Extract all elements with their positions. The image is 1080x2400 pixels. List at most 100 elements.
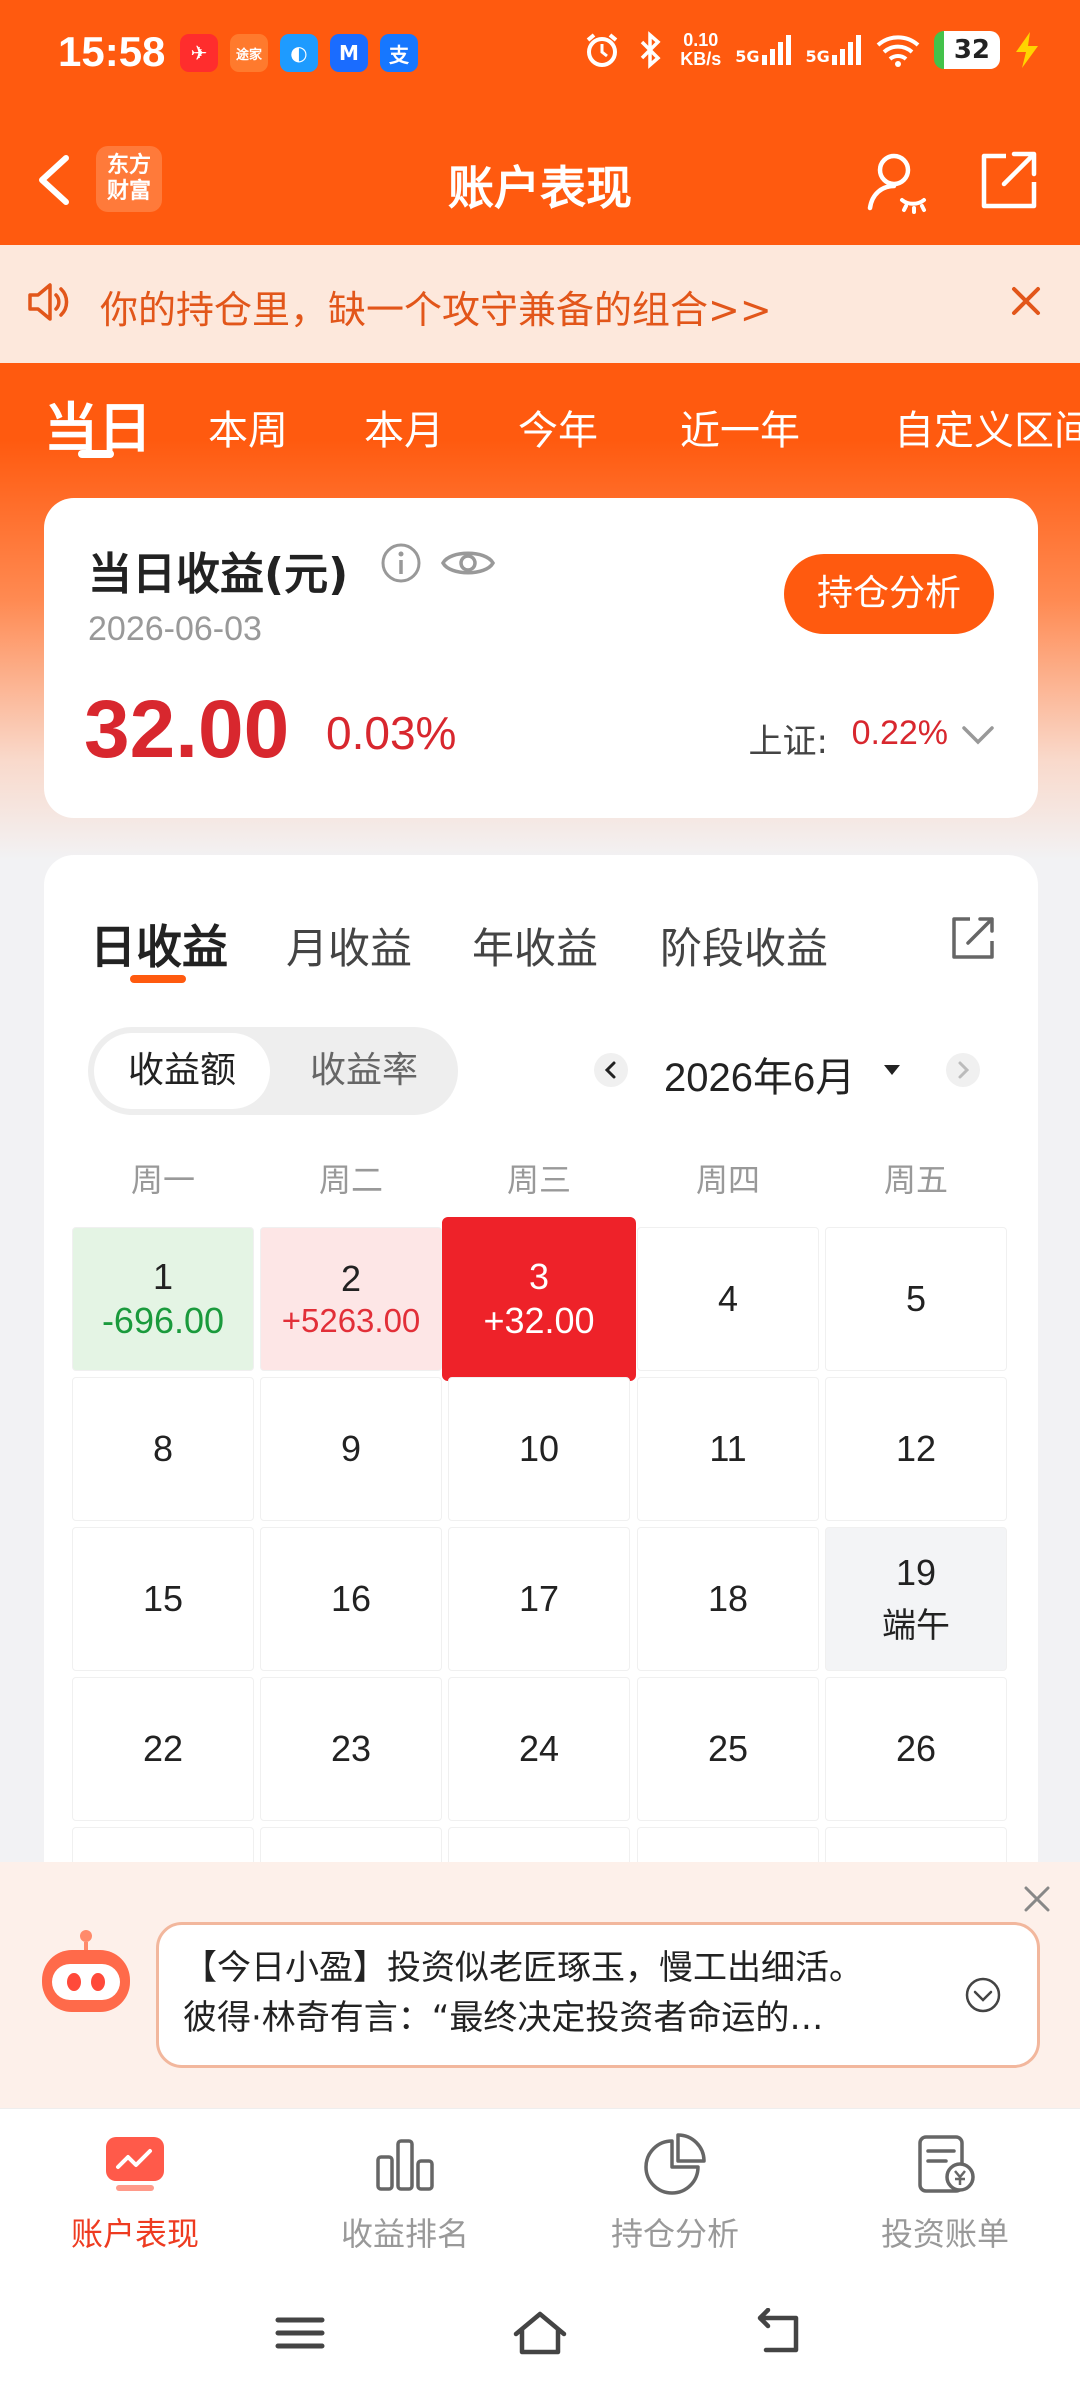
returns-calendar-card: 日收益 月收益 年收益 阶段收益 收益额 收益率 2026年6月 周一 周二 周三 周…	[44, 855, 1038, 1955]
summary-date: 2026-06-03	[88, 610, 262, 648]
toggle-amount[interactable]: 收益额	[94, 1033, 270, 1109]
tab-this-month[interactable]: 本月	[364, 398, 444, 456]
calendar-day-cell[interactable]	[637, 1827, 819, 1867]
alarm-icon	[586, 33, 618, 67]
daily-return-amount: 32.00	[84, 684, 290, 775]
close-icon[interactable]	[1006, 281, 1046, 321]
tab-this-year[interactable]: 今年	[518, 398, 598, 456]
day-number: 17	[518, 1578, 560, 1619]
status-bar: 15:58 ✈ 途家 ◐ M 支 0.10 KB/s 5G 5G 32	[0, 0, 1080, 110]
calendar-day-cell[interactable]	[448, 1827, 630, 1867]
eye-icon[interactable]	[440, 542, 496, 584]
close-icon[interactable]	[1020, 1882, 1054, 1916]
nav-investment-statement[interactable]: 投资账单	[810, 2131, 1080, 2255]
battery-level: 32	[933, 31, 1000, 69]
calendar-day-cell[interactable]: 12	[825, 1377, 1007, 1521]
calendar-day-cell[interactable]: 19 端午	[825, 1527, 1007, 1671]
tab-indicator	[78, 450, 114, 458]
day-number: 24	[518, 1728, 560, 1769]
signal-strength-2: 5G	[806, 35, 862, 65]
speaker-icon	[28, 283, 69, 321]
promo-notice-banner[interactable]: 你的持仓里，缺一个攻守兼备的组合>>	[0, 245, 1080, 363]
tab-custom-range[interactable]: 自定义区间	[894, 398, 1080, 456]
signal-strength-1: 5G	[735, 35, 791, 65]
expand-icon[interactable]	[963, 1975, 1003, 2015]
holiday-label: 端午	[882, 1605, 950, 1646]
index-label[interactable]: 上证:	[749, 714, 828, 763]
calendar-day-cell[interactable]	[825, 1827, 1007, 1867]
tab-past-year[interactable]: 近一年	[680, 398, 800, 456]
tab-yearly-returns[interactable]: 年收益	[472, 915, 598, 976]
month-label[interactable]: 2026年6月	[664, 1045, 855, 1103]
calendar-day-cell[interactable]: 25	[637, 1677, 819, 1821]
calendar-day-cell[interactable]: 2 +5263.00	[260, 1227, 442, 1371]
export-icon[interactable]	[948, 913, 998, 963]
calendar-day-cell[interactable]: 4	[637, 1227, 819, 1371]
app-notification-icon: 途家	[230, 34, 268, 72]
holding-analysis-button[interactable]: 持仓分析	[784, 554, 994, 634]
calendar-day-cell[interactable]	[72, 1827, 254, 1867]
calendar-day-cell[interactable]: 23	[260, 1677, 442, 1821]
calendar-day-cell[interactable]: 22	[72, 1677, 254, 1821]
day-number: 22	[142, 1728, 184, 1769]
user-privacy-icon[interactable]	[864, 148, 930, 214]
next-month-button[interactable]	[946, 1053, 980, 1087]
calendar-day-cell[interactable]: 8	[72, 1377, 254, 1521]
day-number: 5	[905, 1278, 927, 1319]
status-time: 15:58	[58, 28, 166, 75]
ai-tip-line2: 彼得·林奇有言：“最终决定投资者命运的…	[183, 1998, 824, 2038]
robot-assistant-icon[interactable]	[36, 1928, 132, 2018]
share-icon[interactable]	[976, 148, 1040, 212]
day-number: 16	[330, 1578, 372, 1619]
app-notification-icon: ◐	[280, 34, 318, 72]
bar-chart-icon	[376, 2139, 434, 2191]
pie-chart-icon	[644, 2133, 706, 2195]
tab-daily-returns[interactable]: 日收益	[90, 911, 228, 977]
weekday-label: 周五	[883, 1161, 948, 1199]
calendar-day-cell[interactable]: 24	[448, 1677, 630, 1821]
calendar-day-cell[interactable]: 26	[825, 1677, 1007, 1821]
calendar-day-cell[interactable]: 17	[448, 1527, 630, 1671]
bottom-tab-bar: 账户表现 收益排名 持仓分析 投资账单	[0, 2108, 1080, 2268]
weekday-label: 周一	[130, 1161, 195, 1199]
calendar-day-cell[interactable]: 16	[260, 1527, 442, 1671]
calendar-day-cell[interactable]: 9	[260, 1377, 442, 1521]
network-speed: 0.10 KB/s	[680, 30, 722, 69]
day-number: 10	[518, 1428, 560, 1469]
calendar-day-cell[interactable]: 11	[637, 1377, 819, 1521]
index-value[interactable]: 0.22%	[852, 714, 948, 753]
notice-text[interactable]: 你的持仓里，缺一个攻守兼备的组合>>	[100, 279, 772, 334]
calendar-day-cell[interactable]	[260, 1827, 442, 1867]
day-number: 11	[709, 1428, 747, 1469]
bluetooth-icon	[641, 31, 661, 69]
ai-tip-bubble[interactable]: 【今日小盈】投资似老匠琢玉，慢工出细活。 彼得·林奇有言：“最终决定投资者命运的…	[156, 1922, 1040, 2068]
returns-tab-indicator	[130, 975, 186, 983]
chevron-down-icon[interactable]	[958, 720, 998, 750]
menu-icon[interactable]	[270, 2308, 330, 2358]
tab-monthly-returns[interactable]: 月收益	[286, 915, 412, 976]
caret-down-icon[interactable]	[884, 1065, 900, 1075]
wifi-icon	[876, 35, 920, 67]
weekday-label: 周四	[695, 1161, 760, 1199]
day-return-value: +32.00	[483, 1300, 595, 1341]
tab-this-week[interactable]: 本周	[208, 398, 288, 456]
home-icon[interactable]	[510, 2308, 570, 2358]
info-icon[interactable]	[380, 542, 422, 584]
day-number: 23	[330, 1728, 372, 1769]
tab-period-returns[interactable]: 阶段收益	[660, 915, 828, 976]
nav-returns-ranking[interactable]: 收益排名	[270, 2131, 540, 2255]
nav-account-performance[interactable]: 账户表现	[0, 2131, 270, 2255]
nav-holding-analysis[interactable]: 持仓分析	[540, 2131, 810, 2255]
calendar-day-cell[interactable]: 5	[825, 1227, 1007, 1371]
nav-bar: 东方 财富 账户表现	[0, 120, 1080, 245]
calendar-day-cell[interactable]: 15	[72, 1527, 254, 1671]
calendar-day-cell[interactable]: 3 +32.00	[442, 1217, 636, 1381]
back-nav-icon[interactable]	[750, 2308, 810, 2358]
calendar-day-cell[interactable]: 1 -696.00	[72, 1227, 254, 1371]
calendar-day-cell[interactable]: 18	[637, 1527, 819, 1671]
calendar-day-cell[interactable]: 10	[448, 1377, 630, 1521]
app-notification-icon: M	[330, 34, 368, 72]
toggle-rate[interactable]: 收益率	[276, 1033, 452, 1109]
daily-return-percent: 0.03%	[326, 707, 457, 759]
prev-month-button[interactable]	[594, 1053, 628, 1087]
